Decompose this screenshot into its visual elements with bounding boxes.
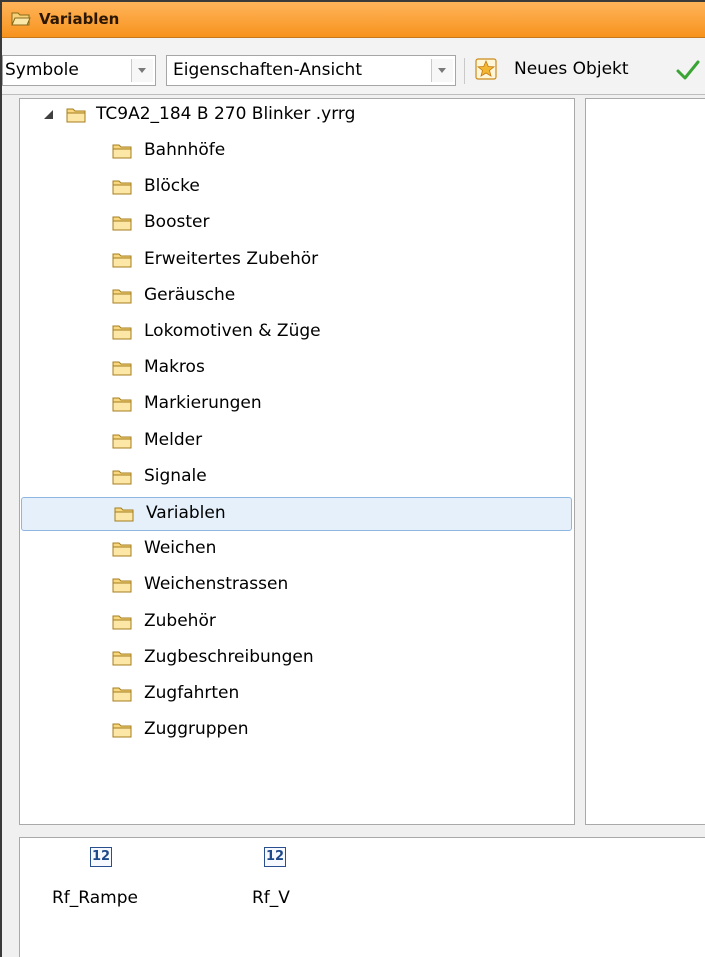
- title-bar: Variablen: [2, 2, 705, 38]
- variable-name: Rf_Rampe: [52, 888, 138, 908]
- tree-item[interactable]: Weichen: [20, 533, 574, 567]
- details-pane: [585, 98, 705, 825]
- tree-root[interactable]: TC9A2_184 B 270 Blinker .yrrg: [20, 99, 574, 133]
- tree-item-label: Makros: [144, 357, 205, 378]
- tree-item-label: Variablen: [146, 503, 226, 523]
- folder-icon: [112, 216, 132, 231]
- tree-item-label: Zugfahrten: [144, 683, 240, 703]
- expand-triangle-icon[interactable]: [44, 110, 53, 119]
- folder-icon: [112, 253, 132, 268]
- folder-icon: [112, 325, 132, 340]
- tree-item-label: Weichen: [144, 538, 217, 559]
- folder-icon: [112, 144, 132, 159]
- folder-icon: [112, 542, 132, 557]
- view-select[interactable]: Symbole: [2, 55, 156, 86]
- folder-icon: [112, 723, 132, 738]
- view-select-value: Symbole: [5, 60, 79, 80]
- tree-item[interactable]: Makros: [20, 352, 574, 386]
- tree-item[interactable]: Geräusche: [20, 280, 574, 314]
- variables-panel: 12 Rf_Rampe 12 Rf_V: [19, 837, 705, 957]
- folder-icon: [112, 434, 132, 449]
- checkmark-icon[interactable]: [676, 59, 700, 81]
- folder-icon: [112, 651, 132, 666]
- tree-item-label: Lokomotiven & Züge: [144, 321, 321, 341]
- folder-icon: [112, 687, 132, 702]
- tree-item-label: Blöcke: [144, 176, 200, 197]
- window-title: Variablen: [39, 10, 120, 28]
- tree-item[interactable]: Melder: [20, 425, 574, 459]
- folder-icon: [112, 289, 132, 304]
- tree-item-label: Signale: [144, 465, 207, 486]
- mode-select[interactable]: Eigenschaften-Ansicht: [166, 55, 456, 86]
- folder-open-icon: [11, 12, 31, 26]
- new-object-label: Neues Objekt: [514, 59, 629, 79]
- folder-icon: [112, 397, 132, 412]
- folder-icon: [112, 470, 132, 485]
- tree-item-label: Bahnhöfe: [144, 140, 226, 160]
- tree-item-label: Markierungen: [144, 393, 262, 414]
- toolbar: Symbole Eigenschaften-Ansicht Neues Obje…: [2, 38, 705, 95]
- chevron-down-icon[interactable]: [131, 59, 153, 82]
- folder-icon: [112, 180, 132, 195]
- integer-variable-icon: 12: [264, 847, 286, 867]
- integer-variable-icon: 12: [90, 847, 112, 867]
- tree-item[interactable]: Zugbeschreibungen: [20, 642, 574, 676]
- folder-icon: [114, 507, 134, 522]
- tree-item[interactable]: Zuggruppen: [20, 714, 574, 748]
- tree-item[interactable]: Lokomotiven & Züge: [20, 316, 574, 350]
- tree-item[interactable]: Zugfahrten: [20, 678, 574, 712]
- mode-select-value: Eigenschaften-Ansicht: [173, 60, 363, 80]
- tree-item-label: Erweitertes Zubehör: [144, 248, 319, 269]
- object-tree: TC9A2_184 B 270 Blinker .yrrg Bahnhöfe Bl…: [19, 98, 575, 825]
- folder-icon: [112, 361, 132, 376]
- tree-item[interactable]: Bahnhöfe: [20, 135, 574, 169]
- chevron-down-icon[interactable]: [431, 59, 453, 82]
- tree-item[interactable]: Erweitertes Zubehör: [20, 244, 574, 278]
- toolbar-separator: [464, 58, 465, 84]
- tree-item[interactable]: Variablen: [21, 497, 572, 531]
- tree-item-label: Weichenstrassen: [144, 574, 289, 595]
- tree-item[interactable]: Blöcke: [20, 171, 574, 205]
- folder-icon: [112, 615, 132, 630]
- tree-item[interactable]: Zubehör: [20, 606, 574, 640]
- tree-item[interactable]: Markierungen: [20, 388, 574, 422]
- tree-item-label: Melder: [144, 429, 203, 450]
- tree-item[interactable]: Weichenstrassen: [20, 569, 574, 603]
- folder-icon: [66, 108, 86, 123]
- folder-icon: [112, 578, 132, 593]
- tree-item-label: Geräusche: [144, 284, 236, 305]
- tree-item[interactable]: Signale: [20, 461, 574, 495]
- tree-item-label: Booster: [144, 212, 210, 233]
- tree-item-label: Zubehör: [144, 610, 216, 631]
- variable-name: Rf_V: [252, 888, 290, 908]
- tree-item-label: Zuggruppen: [144, 719, 249, 740]
- star-icon: [475, 58, 497, 80]
- tree-root-label: TC9A2_184 B 270 Blinker .yrrg: [96, 104, 356, 124]
- tree-item[interactable]: Booster: [20, 207, 574, 241]
- tree-item-label: Zugbeschreibungen: [144, 646, 314, 667]
